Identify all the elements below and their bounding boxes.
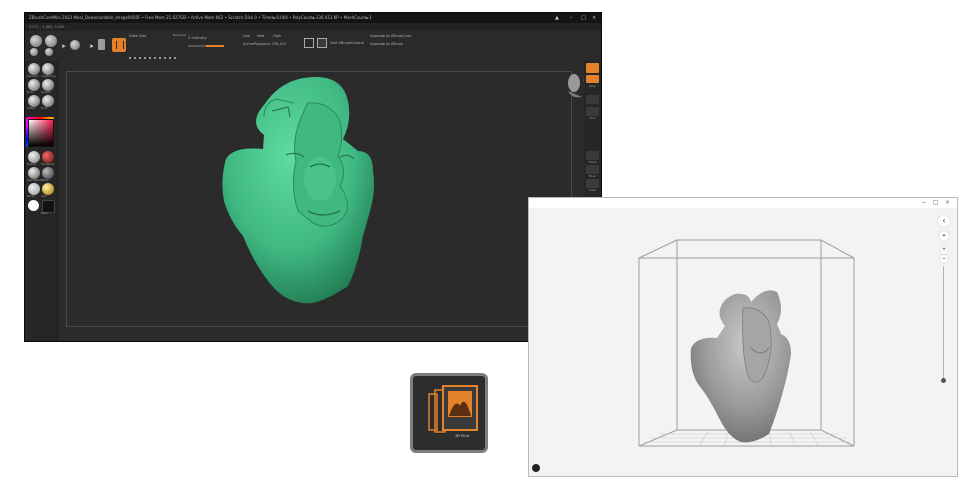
z-intensity-fill	[206, 45, 224, 47]
material-flat-icon[interactable]	[42, 167, 54, 179]
move-button[interactable]	[586, 151, 599, 160]
med-button[interactable]: Med	[257, 34, 264, 38]
zoom-slider-knob[interactable]	[941, 378, 946, 383]
brush-label-inflate: Inflate	[27, 107, 35, 110]
draw-mode-button[interactable]	[112, 38, 126, 52]
brush-claybuildup-icon[interactable]	[42, 63, 54, 75]
zoom-slider[interactable]	[943, 266, 944, 381]
material-basic-icon[interactable]	[28, 167, 40, 179]
frame-label: Frame	[588, 161, 597, 164]
zbrush-status-bar: 3.071 , 1 862, 0.262	[25, 23, 601, 31]
visit-zbrushcentral-link[interactable]: Visit ZBrushCentral	[330, 41, 364, 45]
persp-button[interactable]	[586, 63, 599, 73]
material-label-skinshade: SkinShade	[41, 163, 55, 166]
grid-icon[interactable]	[317, 38, 327, 48]
cylinder-tool-icon[interactable]	[98, 39, 105, 50]
alpha-icon[interactable]	[45, 35, 57, 47]
zoom-out-button[interactable]: −	[940, 255, 948, 263]
brush-label-pinch: Pinch	[41, 107, 48, 110]
upgrade-zbrush-link[interactable]: Upgrade to ZBrush	[370, 42, 403, 46]
zbrush-minimize-button[interactable]: –	[570, 13, 573, 23]
pan-control-icon[interactable]: ✦	[939, 231, 949, 241]
back-button[interactable]: ‹	[938, 215, 950, 227]
user-account-icon[interactable]	[532, 464, 540, 472]
active-polygons: ActivePolygons: 136,410	[243, 42, 287, 46]
material-gold-icon[interactable]	[42, 183, 54, 195]
arrow-right-icon[interactable]: ➤	[89, 43, 94, 50]
scale-button[interactable]	[586, 165, 599, 174]
local-button[interactable]	[586, 95, 599, 104]
scale-label: Scale	[589, 189, 596, 192]
material-label-flat: Fl.Mat	[41, 179, 49, 182]
zbrush-home-icon[interactable]: ▲	[555, 13, 559, 23]
brush-move-icon[interactable]	[28, 79, 40, 91]
status-coordinates: 3.071 , 1 862, 0.262	[29, 25, 65, 29]
color-label-black: Black	[41, 212, 48, 215]
material-skinshade-icon[interactable]	[42, 151, 54, 163]
floor-button[interactable]	[586, 75, 599, 83]
brush-label-smooth: Smooth	[41, 91, 51, 94]
print-viewport[interactable]	[529, 198, 959, 478]
texture-icon[interactable]	[45, 48, 53, 56]
zbrush-toolbar: ➤ ➤ Draw Size Dynamic Z Intensity Low Me…	[25, 31, 601, 62]
low-button[interactable]: Low	[243, 34, 250, 38]
zbrush-window: ZBrushCoreMini 2023 Moai_Downloadable_Im…	[24, 12, 602, 342]
zoom-in-button[interactable]: +	[940, 246, 948, 254]
brush-label-standard: Standard	[27, 75, 39, 78]
brush-label-claybuildup: ClayBuildup	[41, 75, 56, 78]
brush-standard-icon[interactable]	[28, 63, 40, 75]
color-picker[interactable]	[28, 119, 54, 147]
floor-label: Floor	[589, 117, 596, 120]
move-label: Move	[589, 175, 596, 178]
material-label-gold: Gold	[41, 195, 47, 198]
zbrush-close-button[interactable]: ×	[592, 13, 596, 23]
zbrush-title-bar: ZBrushCoreMini 2023 Moai_Downloadable_Im…	[25, 13, 601, 23]
material-matcap-icon[interactable]	[28, 151, 40, 163]
color-white-swatch[interactable]	[28, 200, 39, 211]
brush-label-move: Move	[27, 91, 34, 94]
upgrade-zbrushcore-link[interactable]: Upgrade to ZBrushCore	[370, 34, 411, 38]
arrow-right-icon[interactable]: ➤	[61, 43, 66, 50]
material-label-matcap: Matcap	[27, 163, 37, 166]
brush-inflate-icon[interactable]	[28, 95, 40, 107]
brush-icon[interactable]	[30, 35, 42, 47]
app-icon-label: 3D Print	[454, 434, 470, 438]
draw-size-label: Draw Size	[129, 34, 147, 38]
zbrush-canvas[interactable]	[58, 61, 591, 341]
brush-smooth-icon[interactable]	[42, 79, 54, 91]
dynamic-label: Dynamic	[173, 33, 187, 37]
3d-print-exporter-app-icon[interactable]: 3D Print	[410, 373, 488, 453]
zbrush-title: ZBrushCoreMini 2023 Moai_Downloadable_Im…	[29, 15, 372, 20]
zbrush-bust-model[interactable]	[58, 61, 584, 341]
print-app-window: − □ × ‹ ✦ + −	[528, 197, 958, 477]
sphere-tool-icon[interactable]	[70, 40, 80, 50]
z-intensity-label: Z Intensity	[188, 36, 207, 40]
zbrush-maximize-button[interactable]: □	[581, 13, 586, 23]
persp-label: Persp	[589, 85, 596, 88]
document-icon[interactable]	[304, 38, 314, 48]
brush-pinch-icon[interactable]	[42, 95, 54, 107]
material-label-white: White	[27, 195, 35, 198]
zbrush-left-shelf: Standard ClayBuildup Move Smooth Inflate…	[25, 61, 57, 341]
material-white-icon[interactable]	[28, 183, 40, 195]
rotate-button[interactable]	[586, 179, 599, 188]
stroke-icon[interactable]	[30, 48, 38, 56]
xyz-button[interactable]	[586, 107, 599, 116]
high-button[interactable]: High	[273, 34, 281, 38]
